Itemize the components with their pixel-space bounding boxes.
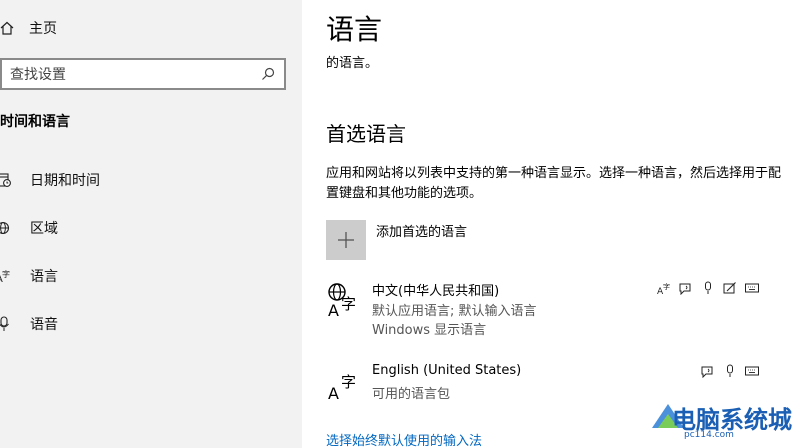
plus-icon[interactable] bbox=[326, 220, 366, 260]
preferred-languages-heading: 首选语言 bbox=[326, 122, 406, 146]
language-features: A字 bbox=[656, 280, 760, 296]
sidebar-item-language[interactable]: A字 语言 bbox=[0, 260, 300, 292]
svg-text:A: A bbox=[328, 384, 339, 401]
text-to-speech-icon bbox=[700, 363, 716, 379]
language-item-zh-cn[interactable]: A 字 中文(中华人民共和国) 默认应用语言; 默认输入语言 Windows 显… bbox=[326, 280, 786, 340]
preferred-languages-description: 应用和网站将以列表中支持的第一种语言显示。选择一种语言，然后选择用于配置键盘和其… bbox=[326, 166, 782, 201]
language-status-secondary: Windows 显示语言 bbox=[372, 323, 487, 338]
svg-text:A: A bbox=[328, 301, 339, 318]
display-language-icon: A字 bbox=[656, 280, 672, 296]
add-language-label: 添加首选的语言 bbox=[376, 225, 468, 240]
search-icon[interactable] bbox=[260, 66, 276, 82]
page-subtitle: 的语言。 bbox=[326, 56, 379, 71]
svg-text:字: 字 bbox=[341, 373, 356, 391]
sidebar-item-label: 语音 bbox=[30, 317, 58, 333]
keyboard-icon bbox=[744, 363, 760, 379]
sidebar-item-speech[interactable]: 语音 bbox=[0, 308, 300, 340]
speech-recognition-icon bbox=[700, 280, 716, 296]
sidebar-item-label: 区域 bbox=[30, 221, 58, 237]
page-title: 语言 bbox=[326, 13, 383, 46]
microphone-icon bbox=[0, 316, 12, 332]
svg-text:字: 字 bbox=[341, 295, 356, 313]
settings-sidebar: 主页 查找设置 时间和语言 日期和时间 区域 A字 语言 语音 bbox=[0, 0, 302, 448]
sidebar-item-region[interactable]: 区域 bbox=[0, 212, 300, 244]
home-nav-item[interactable]: 主页 bbox=[0, 14, 120, 42]
language-features bbox=[700, 363, 760, 379]
svg-text:字: 字 bbox=[2, 269, 10, 279]
sidebar-section-title: 时间和语言 bbox=[0, 114, 70, 130]
watermark-url: pc114.com bbox=[684, 430, 734, 440]
sidebar-item-date-time[interactable]: 日期和时间 bbox=[0, 164, 300, 196]
home-label: 主页 bbox=[29, 21, 57, 37]
add-language-button[interactable]: 添加首选的语言 bbox=[326, 220, 467, 260]
search-input[interactable]: 查找设置 bbox=[10, 64, 260, 84]
clock-calendar-icon bbox=[0, 172, 12, 188]
text-to-speech-icon bbox=[678, 280, 694, 296]
handwriting-icon bbox=[722, 280, 738, 296]
search-settings-box[interactable]: 查找设置 bbox=[0, 58, 286, 90]
language-glyph-icon: A 字 bbox=[328, 373, 356, 401]
language-status: 默认应用语言; 默认输入语言 bbox=[372, 304, 537, 319]
speech-recognition-icon bbox=[722, 363, 738, 379]
watermark: 电脑系统城 pc114.com bbox=[652, 394, 802, 448]
main-content: 语言 的语言。 首选语言 应用和网站将以列表中支持的第一种语言显示。选择一种语言… bbox=[302, 0, 802, 448]
language-glyph-icon: A 字 bbox=[328, 283, 356, 318]
sidebar-item-label: 语言 bbox=[30, 269, 58, 285]
language-icon: A字 bbox=[0, 268, 12, 284]
choose-input-method-link[interactable]: 选择始终默认使用的输入法 bbox=[326, 430, 482, 448]
sidebar-item-label: 日期和时间 bbox=[30, 173, 100, 189]
keyboard-icon bbox=[744, 280, 760, 296]
svg-text:字: 字 bbox=[663, 282, 670, 291]
globe-region-icon bbox=[0, 220, 12, 236]
language-name: English (United States) bbox=[372, 363, 522, 378]
language-status: 可用的语言包 bbox=[372, 387, 451, 402]
language-name: 中文(中华人民共和国) bbox=[372, 284, 500, 299]
home-icon bbox=[0, 20, 15, 36]
